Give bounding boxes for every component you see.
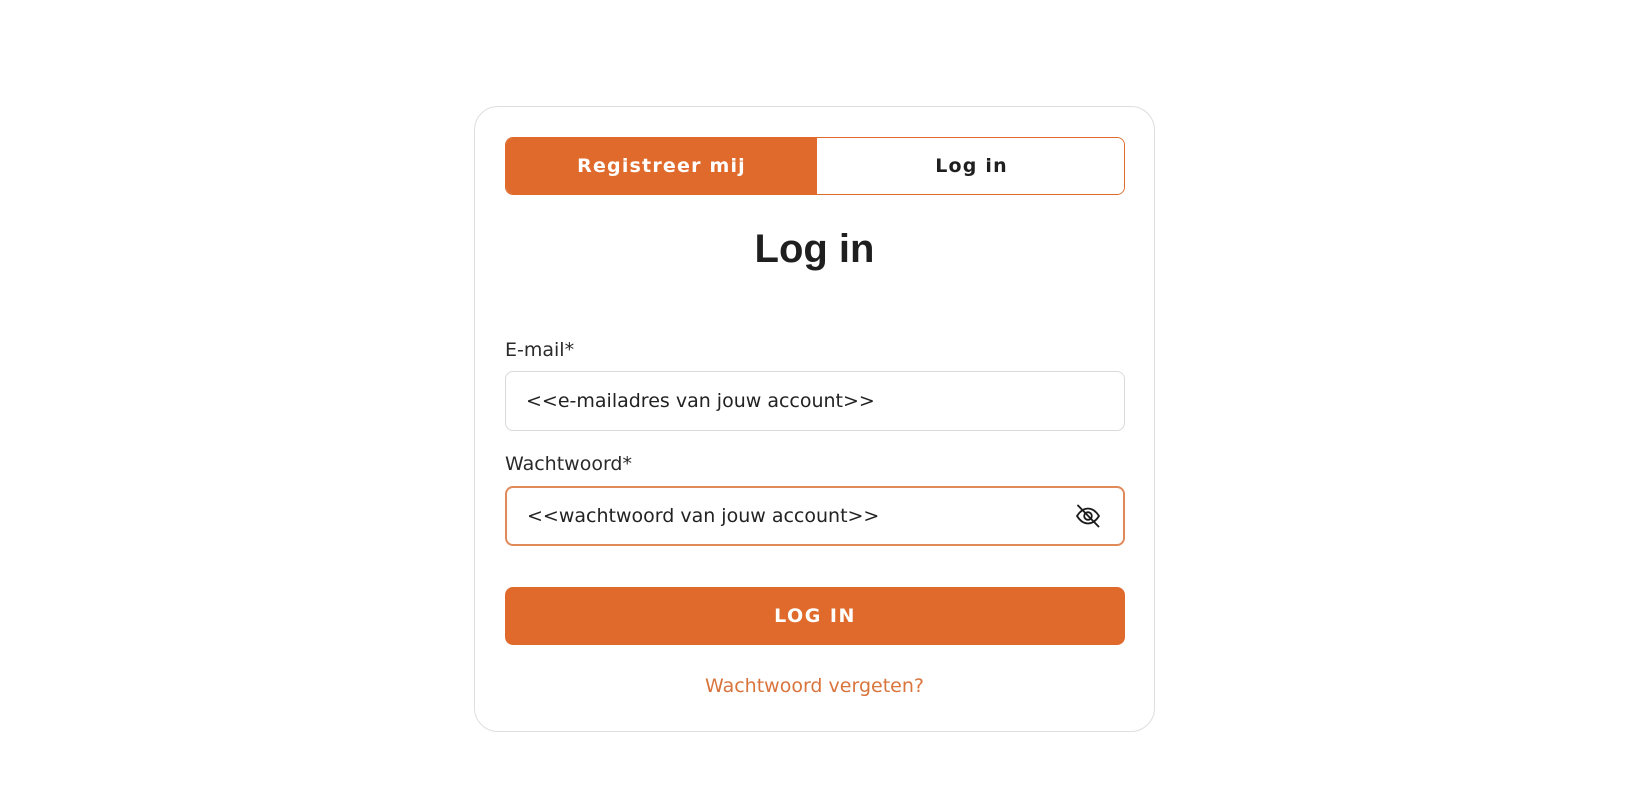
email-field-container bbox=[505, 371, 1125, 431]
email-field[interactable] bbox=[526, 390, 1104, 412]
email-label: E-mail* bbox=[505, 339, 575, 361]
page-title: Log in bbox=[754, 227, 875, 271]
eye-off-icon[interactable] bbox=[1073, 501, 1103, 531]
login-card: Registreer mij Log in Log in E-mail* Wac… bbox=[474, 106, 1155, 732]
auth-tabs: Registreer mij Log in bbox=[505, 137, 1125, 195]
forgot-password-link[interactable]: Wachtwoord vergeten? bbox=[475, 675, 1154, 697]
password-field[interactable] bbox=[527, 505, 1063, 527]
tab-register[interactable]: Registreer mij bbox=[506, 138, 817, 194]
password-label: Wachtwoord* bbox=[505, 453, 632, 475]
login-button[interactable]: LOG IN bbox=[505, 587, 1125, 645]
password-field-container bbox=[505, 486, 1125, 546]
tab-login[interactable]: Log in bbox=[817, 138, 1124, 194]
